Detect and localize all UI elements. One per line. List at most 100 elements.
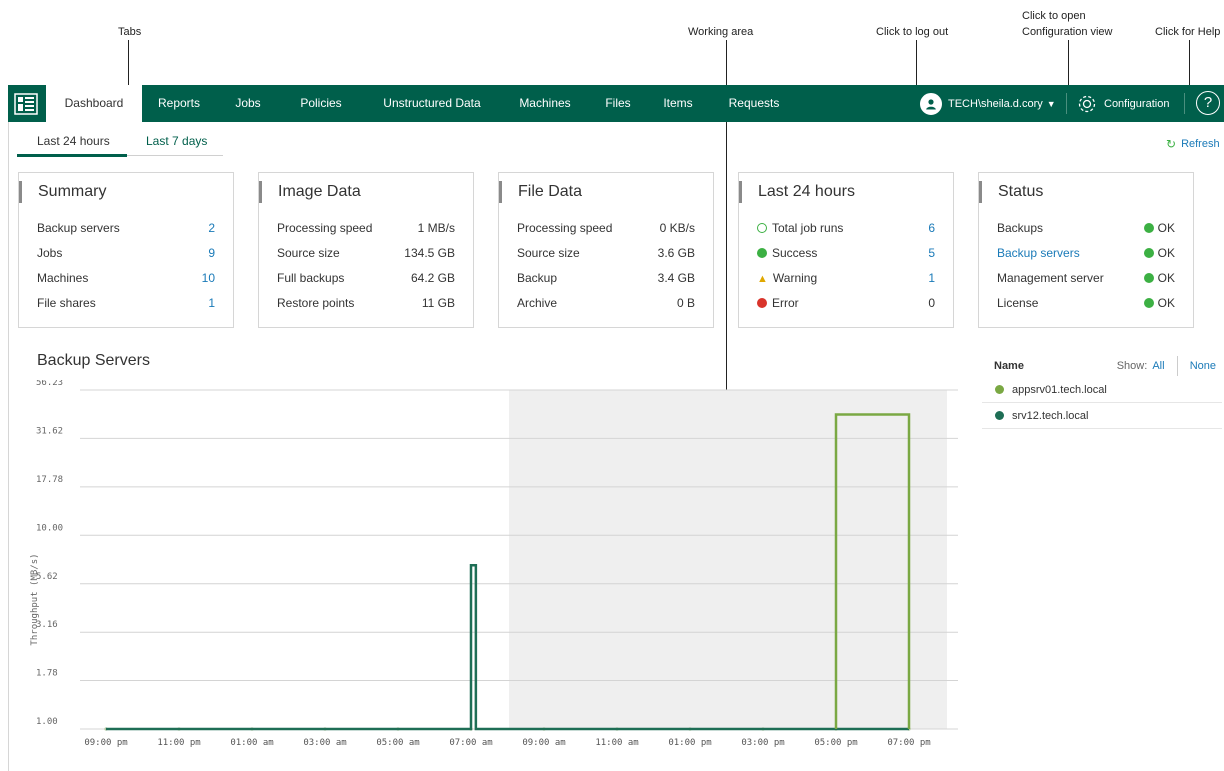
- row-value: 11 GB: [421, 296, 455, 310]
- refresh-button[interactable]: ↻ Refresh: [1166, 137, 1220, 151]
- row-label-text: Warning: [772, 271, 818, 285]
- row-value: 1 MB/s: [417, 221, 455, 235]
- row-value-link[interactable]: 2: [208, 221, 215, 235]
- job-stat-row: Total job runs 6: [757, 220, 935, 236]
- check-icon: [1143, 298, 1154, 308]
- status-text: OK: [1157, 246, 1175, 260]
- x-tick-label: 07:00 pm: [887, 738, 930, 748]
- gear-icon: [1076, 93, 1098, 115]
- callout-working-area: Working area: [688, 26, 754, 38]
- x-tick-label: 09:00 am: [522, 738, 565, 748]
- tab-policies[interactable]: Policies: [290, 85, 352, 122]
- status-row: License OK: [997, 295, 1175, 311]
- x-tick-label: 03:00 am: [303, 738, 346, 748]
- legend-divider: [1176, 356, 1178, 376]
- legend-show-label: Show:: [1116, 359, 1148, 372]
- x-tick-label: 01:00 am: [230, 738, 273, 748]
- y-tick-label: 10.00: [36, 523, 63, 533]
- play-icon: [757, 223, 767, 233]
- nav-divider: [1184, 93, 1185, 114]
- x-tick-label: 03:00 pm: [741, 738, 784, 748]
- legend-header: Name Show: All None: [982, 355, 1222, 377]
- legend-item[interactable]: srv12.tech.local: [982, 403, 1222, 429]
- callout-logout: Click to log out: [876, 26, 949, 38]
- row-label-link[interactable]: Backup servers: [997, 246, 1080, 260]
- y-tick-label: 17.78: [36, 475, 63, 485]
- configuration-button[interactable]: Configuration: [1076, 85, 1169, 122]
- x-tick-label: 11:00 pm: [157, 738, 200, 748]
- legend-item[interactable]: appsrv01.tech.local: [982, 377, 1222, 403]
- tab-requests[interactable]: Requests: [718, 85, 790, 122]
- refresh-icon: ↻: [1166, 137, 1177, 151]
- check-icon: [1143, 273, 1154, 283]
- row-label: Error: [757, 296, 799, 310]
- callout-help: Click for Help: [1155, 26, 1221, 38]
- status-text: OK: [1157, 296, 1175, 310]
- tab-items[interactable]: Items: [656, 85, 700, 122]
- user-menu[interactable]: TECH\sheila.d.cory ▼: [920, 85, 1056, 122]
- job-stat-row: Error 0: [757, 295, 935, 311]
- row-value-link[interactable]: 10: [202, 271, 215, 285]
- summary-row: Backup servers 2: [37, 220, 215, 236]
- file-data-row: Backup 3.4 GB: [517, 270, 695, 286]
- y-tick-label: 1.00: [36, 717, 58, 727]
- app-logo-icon[interactable]: [8, 85, 44, 122]
- row-value: 0 KB/s: [659, 221, 695, 235]
- legend-show-all[interactable]: All: [1152, 360, 1164, 372]
- row-label: Machines: [37, 271, 89, 285]
- summary-card: Summary Backup servers 2 Jobs 9 Machines 10…: [18, 172, 234, 328]
- tab-reports[interactable]: Reports: [148, 85, 210, 122]
- refresh-label: Refresh: [1181, 138, 1220, 150]
- row-value-link[interactable]: 1: [928, 271, 935, 285]
- file-data-card: File Data Processing speed 0 KB/s Source …: [498, 172, 714, 328]
- tab-files[interactable]: Files: [598, 85, 638, 122]
- row-value-link[interactable]: 1: [208, 296, 215, 310]
- x-tick-label: 05:00 pm: [814, 738, 857, 748]
- legend-name-header: Name: [994, 360, 1024, 372]
- row-label: Total job runs: [757, 221, 843, 235]
- row-label: Jobs: [37, 246, 63, 260]
- tab-unstructured-data[interactable]: Unstructured Data: [370, 85, 494, 122]
- help-button[interactable]: ?: [1196, 91, 1220, 115]
- tab-dashboard[interactable]: Dashboard: [46, 85, 142, 122]
- card-title: Summary: [19, 181, 106, 203]
- row-value-link[interactable]: 9: [208, 246, 215, 260]
- row-label-text: Total job runs: [772, 221, 844, 235]
- status-row: Backup servers OK: [997, 245, 1175, 261]
- check-icon: [1143, 248, 1154, 258]
- card-title: File Data: [499, 181, 582, 203]
- summary-row: File shares 1: [37, 295, 215, 311]
- job-stat-row: ▲ Warning 1: [757, 270, 935, 286]
- section-title: Backup Servers: [37, 352, 150, 369]
- file-data-row: Source size 3.6 GB: [517, 245, 695, 261]
- status-row: Management server OK: [997, 270, 1175, 286]
- tab-last-7-days[interactable]: Last 7 days: [146, 134, 207, 148]
- callout-tabs: Tabs: [118, 26, 142, 38]
- legend-show-none[interactable]: None: [1190, 360, 1216, 372]
- card-title: Last 24 hours: [739, 181, 855, 203]
- legend-color-dot: [995, 411, 1004, 420]
- tab-jobs[interactable]: Jobs: [228, 85, 268, 122]
- row-label: Processing speed: [517, 221, 613, 235]
- card-title: Status: [979, 181, 1043, 203]
- throughput-chart: 1.001.783.165.6210.0017.7831.6256.2309:0…: [30, 380, 958, 748]
- status-text: OK: [1157, 221, 1175, 235]
- user-icon: [920, 92, 942, 115]
- x-tick-label: 11:00 am: [595, 738, 638, 748]
- configuration-label: Configuration: [1104, 97, 1170, 110]
- row-value-link[interactable]: 5: [928, 246, 935, 260]
- row-label: File shares: [37, 296, 96, 310]
- row-value: 3.6 GB: [657, 246, 695, 260]
- tab-machines[interactable]: Machines: [510, 85, 580, 122]
- row-label: Backup servers: [37, 221, 120, 235]
- row-value-link[interactable]: 6: [928, 221, 935, 235]
- legend-color-dot: [995, 385, 1004, 394]
- summary-row: Machines 10: [37, 270, 215, 286]
- period-tabs: Last 24 hours Last 7 days: [17, 130, 223, 157]
- success-icon: [757, 248, 767, 258]
- y-tick-label: 56.23: [36, 380, 63, 388]
- tab-last-24-hours[interactable]: Last 24 hours: [37, 134, 110, 148]
- y-tick-label: 31.62: [36, 426, 63, 436]
- top-nav-bar: Dashboard Reports Jobs Policies Unstruct…: [8, 85, 1224, 122]
- card-title: Image Data: [259, 181, 361, 203]
